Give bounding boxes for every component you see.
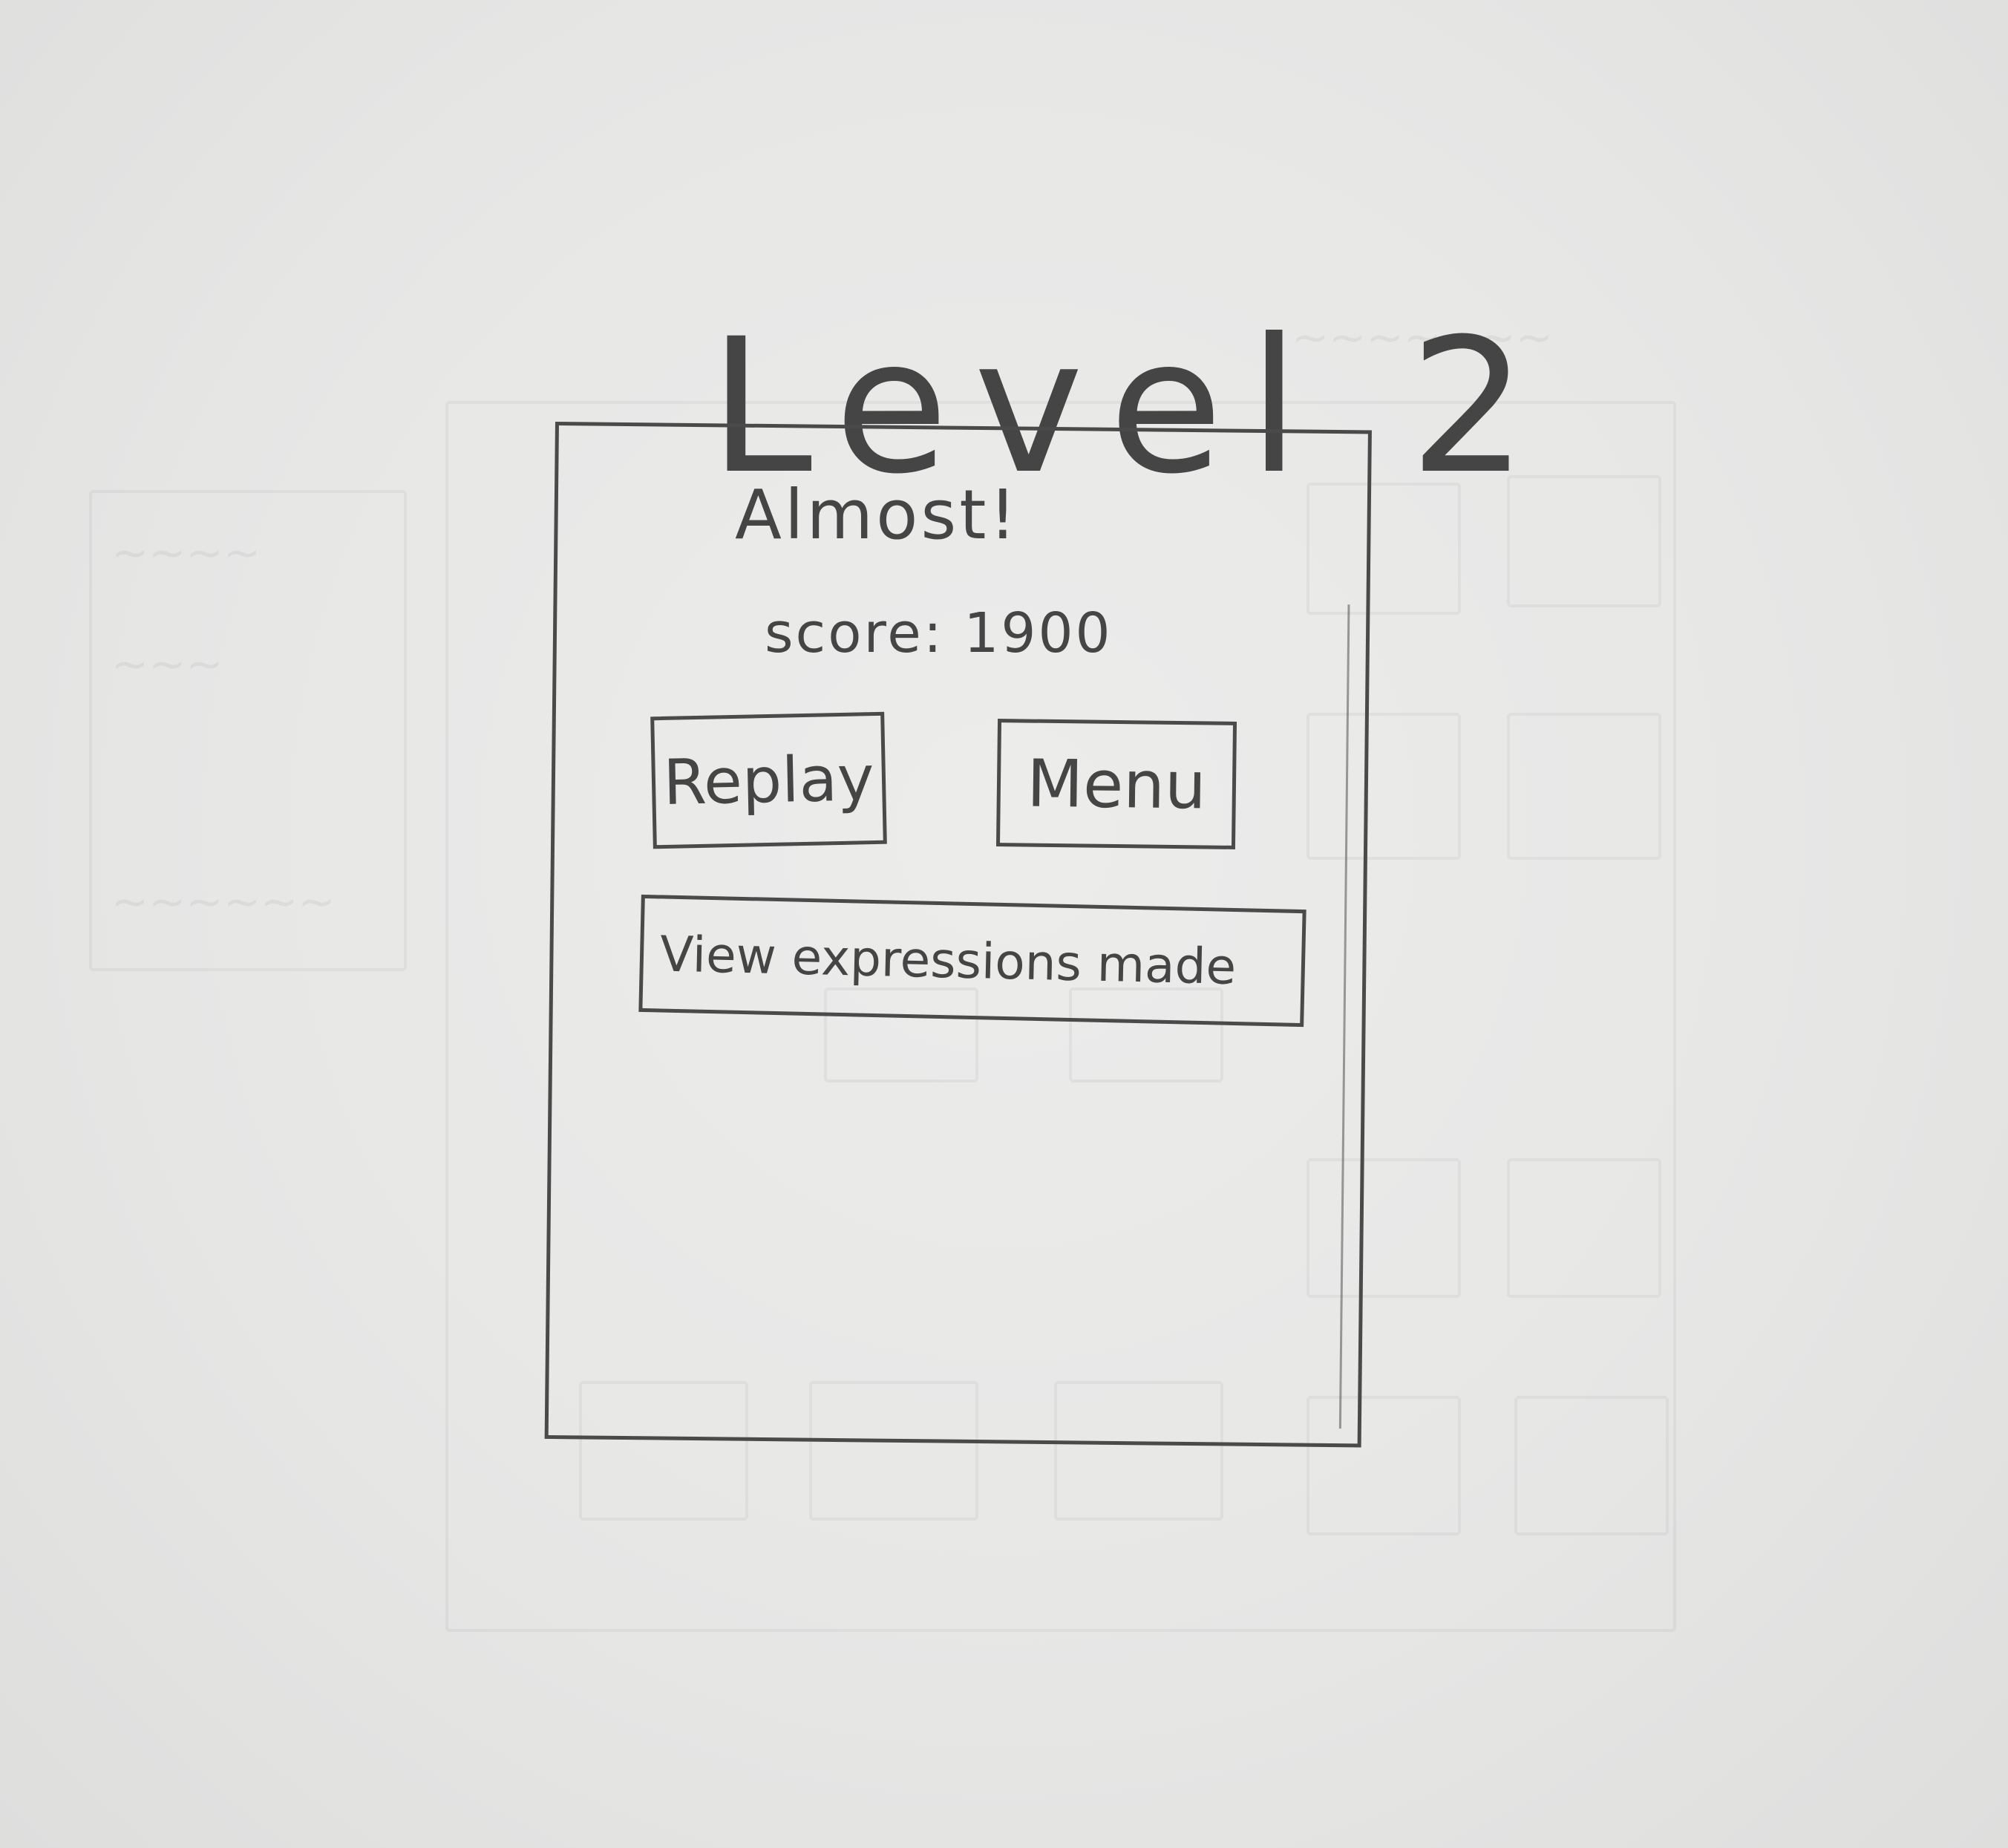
score-value: 1900 <box>964 601 1113 665</box>
bleed-through-writing: ~~~ <box>111 639 223 690</box>
view-expressions-button[interactable]: View expressions made <box>638 894 1306 1028</box>
menu-button[interactable]: Menu <box>995 719 1237 849</box>
result-message: Almost! <box>735 475 1020 555</box>
bleed-through-writing: ~~~~~~ <box>111 876 336 928</box>
score-label: score: <box>765 601 944 665</box>
screen-frame-edge-line <box>1338 604 1350 1429</box>
score-row: score: 1900 <box>765 601 1113 665</box>
bleed-through-writing: ~~~~ <box>111 527 261 579</box>
replay-button[interactable]: Replay <box>650 711 887 849</box>
bleed-through-box <box>1507 713 1661 860</box>
bleed-through-box <box>1507 1158 1661 1298</box>
bleed-through-box <box>1514 1396 1669 1535</box>
